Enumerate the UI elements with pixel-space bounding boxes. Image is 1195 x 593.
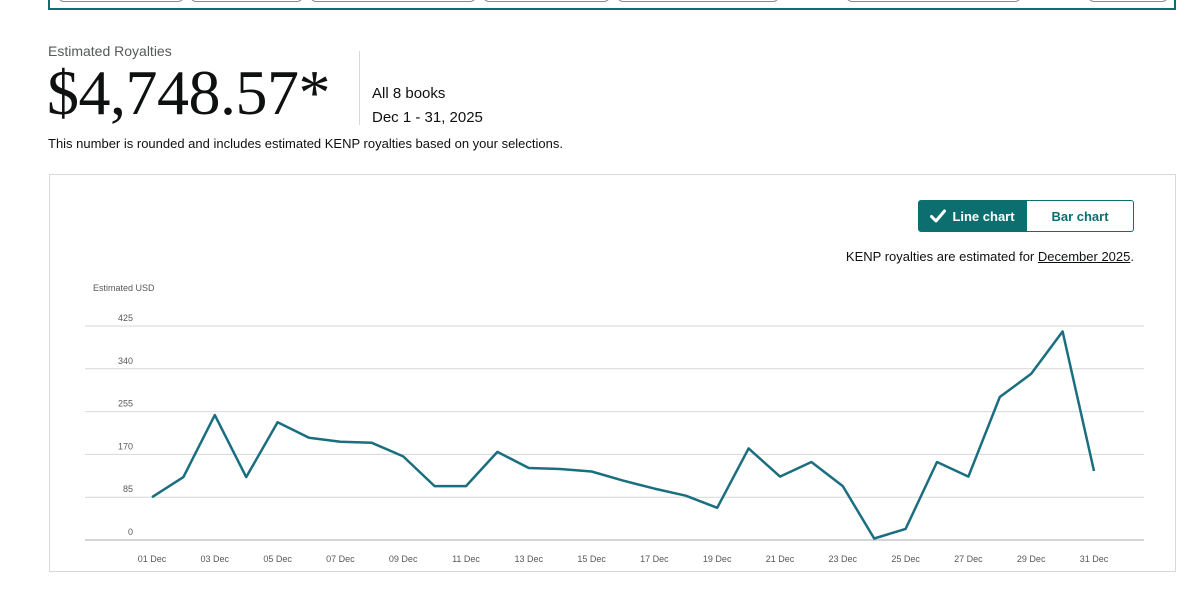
filter-dropdown[interactable] — [483, 0, 610, 2]
book-scope: All 8 books — [372, 85, 446, 102]
x-tick-label: 31 Dec — [1080, 554, 1109, 564]
y-tick-label: 0 — [128, 527, 133, 537]
x-tick-label: 15 Dec — [577, 554, 606, 564]
x-tick-label: 09 Dec — [389, 554, 418, 564]
x-tick-label: 07 Dec — [326, 554, 355, 564]
filter-dropdown[interactable] — [310, 0, 476, 2]
summary-divider — [359, 51, 360, 125]
x-tick-label: 11 Dec — [452, 554, 480, 564]
chart-card: Line chart Bar chart KENP royalties are … — [49, 174, 1176, 572]
filter-dropdown[interactable] — [617, 0, 779, 2]
x-tick-label: 01 Dec — [138, 554, 167, 564]
x-tick-label: 21 Dec — [766, 554, 795, 564]
x-tick-label: 17 Dec — [640, 554, 669, 564]
filter-dropdown[interactable] — [190, 0, 303, 2]
filter-dropdown[interactable] — [58, 0, 184, 2]
royalties-amount: $4,748.57* — [47, 57, 331, 128]
x-tick-label: 03 Dec — [201, 554, 230, 564]
y-tick-label: 255 — [118, 399, 133, 409]
x-tick-label: 23 Dec — [829, 554, 858, 564]
filter-dropdown[interactable] — [846, 0, 1021, 2]
x-tick-label: 13 Dec — [515, 554, 544, 564]
x-tick-label: 29 Dec — [1017, 554, 1046, 564]
x-tick-label: 27 Dec — [954, 554, 983, 564]
x-tick-labels: 01 Dec 03 Dec 05 Dec 07 Dec 09 Dec 11 Dec 13 D… — [138, 554, 1109, 564]
filter-button[interactable] — [1088, 0, 1168, 2]
series-line — [151, 330, 1096, 540]
y-tick-label: 425 — [118, 313, 133, 323]
x-tick-label: 19 Dec — [703, 554, 732, 564]
y-tick-label: 340 — [118, 356, 133, 366]
y-tick-labels: 0 85 170 255 340 425 — [118, 313, 133, 537]
royalties-line-chart: Estimated USD 0 85 170 255 340 425 01 Dec 03 D… — [85, 283, 1144, 564]
y-tick-label: 85 — [123, 484, 133, 494]
rounding-note: This number is rounded and includes esti… — [48, 136, 563, 151]
y-axis-title: Estimated USD — [93, 283, 155, 293]
x-tick-label: 05 Dec — [263, 554, 292, 564]
x-tick-label: 25 Dec — [891, 554, 920, 564]
y-tick-label: 170 — [118, 441, 133, 451]
series-layer — [151, 330, 1096, 540]
date-range: Dec 1 - 31, 2025 — [372, 109, 483, 126]
